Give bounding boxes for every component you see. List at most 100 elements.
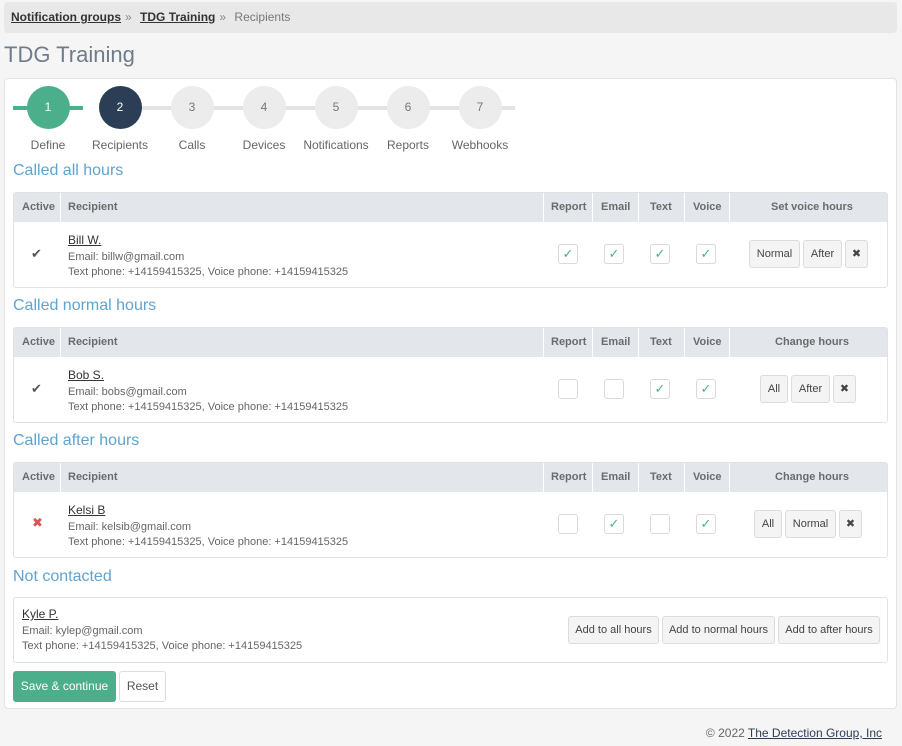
step-define[interactable]: 1 Define [12, 86, 84, 152]
col-hours: Change hours [775, 471, 849, 483]
col-active: Active [22, 471, 56, 483]
col-divider [543, 463, 544, 492]
recipient-email: Email: bobs@gmail.com [68, 386, 187, 398]
set-all-hours-button[interactable]: All [760, 375, 788, 403]
section-title-not-contacted: Not contacted [13, 568, 112, 585]
col-text: Text [650, 471, 672, 483]
save-continue-button[interactable]: Save & continue [13, 671, 116, 702]
col-divider [592, 193, 593, 222]
col-divider [729, 463, 730, 492]
add-to-after-hours-button[interactable]: Add to after hours [778, 616, 880, 644]
set-all-hours-button[interactable]: All [754, 510, 782, 538]
breadcrumb-separator: » [219, 10, 227, 24]
col-divider [592, 463, 593, 492]
step-circle: 1 [26, 86, 70, 129]
recipient-email: Email: kylep@gmail.com [22, 625, 143, 637]
col-divider [729, 193, 730, 222]
step-label: Recipients [91, 138, 149, 152]
panel-all-hours: Active Recipient Report Email Text Voice… [13, 192, 888, 288]
footer-company-link[interactable]: The Detection Group, Inc [748, 726, 882, 740]
step-label: Devices [242, 138, 286, 152]
email-checkbox[interactable] [604, 379, 624, 399]
report-checkbox[interactable] [558, 514, 578, 534]
col-hours: Change hours [775, 336, 849, 348]
voice-checkbox[interactable]: ✓ [696, 514, 716, 534]
text-checkbox[interactable]: ✓ [650, 244, 670, 264]
step-label: Define [30, 138, 66, 152]
recipient-info: Bob S. Email: bobs@gmail.com Text phone:… [68, 368, 348, 415]
col-report: Report [551, 471, 587, 483]
table-row: ✖ Kelsi B Email: kelsib@gmail.com Text p… [14, 492, 887, 557]
col-email: Email [601, 336, 631, 348]
breadcrumb-notification-groups[interactable]: Notification groups [11, 10, 121, 24]
add-to-normal-hours-button[interactable]: Add to normal hours [662, 616, 775, 644]
col-divider [60, 463, 61, 492]
wizard-stepper: 1 Define 2 Recipients 3 Calls 4 Devices … [5, 79, 525, 159]
step-reports[interactable]: 6 Reports [372, 86, 444, 152]
recipient-info: Bill W. Email: billw@gmail.com Text phon… [68, 233, 348, 280]
section-title-all-hours: Called all hours [13, 162, 124, 179]
breadcrumb-separator: » [125, 10, 132, 24]
recipient-phones: Text phone: +14159415325, Voice phone: +… [68, 401, 349, 413]
col-text: Text [650, 201, 672, 213]
col-divider [729, 328, 730, 357]
reset-button[interactable]: Reset [119, 671, 166, 702]
step-label: Webhooks [451, 138, 509, 152]
table-row: ✔ Bob S. Email: bobs@gmail.com Text phon… [14, 357, 887, 422]
step-recipients[interactable]: 2 Recipients [84, 86, 156, 152]
set-after-hours-button[interactable]: After [803, 240, 842, 268]
email-checkbox[interactable]: ✓ [604, 514, 624, 534]
breadcrumb: Notification groups » TDG Training » Recip… [4, 2, 897, 33]
breadcrumb-tdg-training[interactable]: TDG Training [140, 10, 215, 24]
remove-recipient-close-icon[interactable]: ✖ [839, 510, 862, 538]
step-circle: 5 [314, 86, 358, 129]
text-checkbox[interactable] [650, 514, 670, 534]
table-header: Active Recipient Report Email Text Voice… [14, 463, 887, 492]
voice-checkbox[interactable]: ✓ [696, 244, 716, 264]
recipient-name-link[interactable]: Kelsi B [68, 503, 348, 517]
set-normal-hours-button[interactable]: Normal [785, 510, 836, 538]
page-title: TDG Training [4, 42, 135, 67]
recipient-email: Email: billw@gmail.com [68, 251, 185, 263]
text-checkbox[interactable]: ✓ [650, 379, 670, 399]
remove-recipient-close-icon[interactable]: ✖ [845, 240, 868, 268]
remove-recipient-close-icon[interactable]: ✖ [833, 375, 856, 403]
report-checkbox[interactable] [558, 379, 578, 399]
step-webhooks[interactable]: 7 Webhooks [444, 86, 516, 152]
col-divider [684, 328, 685, 357]
step-circle: 6 [386, 86, 430, 129]
step-notifications[interactable]: 5 Notifications [300, 86, 372, 152]
recipient-name-link[interactable]: Kyle P. [22, 607, 302, 621]
col-divider [638, 193, 639, 222]
col-voice: Voice [693, 336, 722, 348]
col-divider [684, 463, 685, 492]
report-checkbox[interactable]: ✓ [558, 244, 578, 264]
col-voice: Voice [693, 201, 722, 213]
col-recipient: Recipient [68, 471, 118, 483]
col-divider [592, 328, 593, 357]
col-divider [60, 193, 61, 222]
set-after-hours-button[interactable]: After [791, 375, 830, 403]
set-normal-hours-button[interactable]: Normal [749, 240, 800, 268]
col-text: Text [650, 336, 672, 348]
recipient-info: Kyle P. Email: kylep@gmail.com Text phon… [22, 607, 302, 654]
add-to-all-hours-button[interactable]: Add to all hours [568, 616, 659, 644]
step-devices[interactable]: 4 Devices [228, 86, 300, 152]
col-divider [638, 328, 639, 357]
active-check-icon: ✔ [31, 381, 42, 396]
col-divider [638, 463, 639, 492]
voice-checkbox[interactable]: ✓ [696, 379, 716, 399]
recipient-name-link[interactable]: Bob S. [68, 368, 348, 382]
recipient-phones: Text phone: +14159415325, Voice phone: +… [68, 536, 349, 548]
recipient-name-link[interactable]: Bill W. [68, 233, 348, 247]
col-hours: Set voice hours [771, 201, 853, 213]
table-row: ✔ Bill W. Email: billw@gmail.com Text ph… [14, 222, 887, 287]
email-checkbox[interactable]: ✓ [604, 244, 624, 264]
recipient-phones: Text phone: +14159415325, Voice phone: +… [68, 266, 349, 278]
col-divider [543, 193, 544, 222]
col-email: Email [601, 201, 631, 213]
col-report: Report [551, 201, 587, 213]
section-title-after-hours: Called after hours [13, 432, 140, 449]
footer: © 2022 The Detection Group, Inc [706, 726, 882, 740]
step-calls[interactable]: 3 Calls [156, 86, 228, 152]
